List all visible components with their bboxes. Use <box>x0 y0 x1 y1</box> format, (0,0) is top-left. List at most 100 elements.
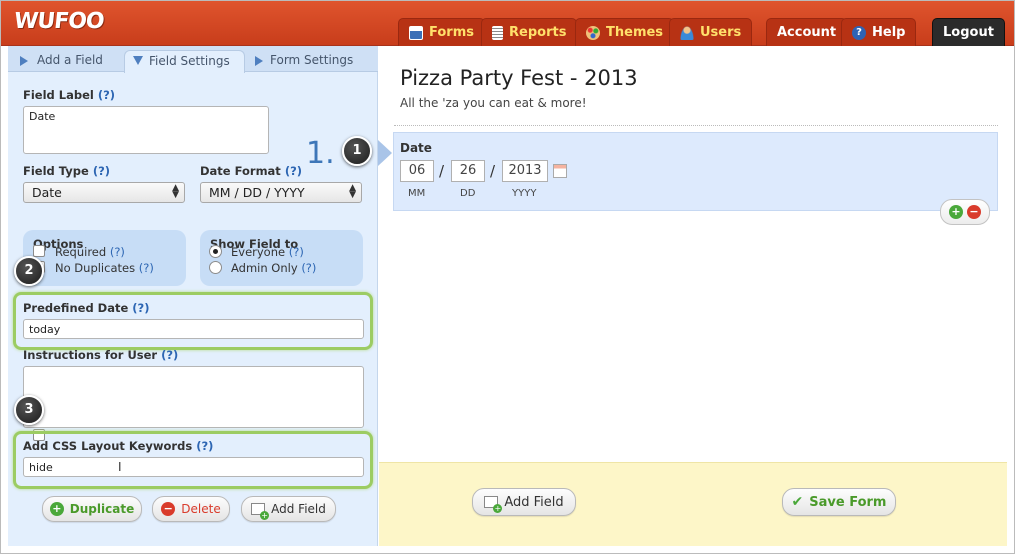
step-number: 1. <box>306 136 335 171</box>
delete-button[interactable]: − Delete <box>152 496 230 522</box>
callout-badge-2: 2 <box>14 256 44 286</box>
duplicate-button[interactable]: + Duplicate <box>42 496 142 522</box>
help-link[interactable]: (?) <box>289 245 304 259</box>
everyone-label: Everyone <box>231 245 286 259</box>
field-type-text: Field Type <box>23 164 89 178</box>
tab-field-settings-label: Field Settings <box>149 54 230 68</box>
help-link[interactable]: (?) <box>93 164 110 178</box>
checkmark-icon: ✔ <box>791 494 804 510</box>
nav-help[interactable]: ? Help <box>841 18 917 46</box>
nav-reports-label: Reports <box>509 25 567 40</box>
month-sublabel: MM <box>408 188 426 199</box>
day-sublabel: DD <box>460 188 476 199</box>
triangle-right-icon <box>20 56 28 66</box>
callout-badge-1: 1 <box>342 136 372 166</box>
css-keywords-input[interactable] <box>23 457 364 477</box>
field-label-text: Field Label <box>23 88 94 102</box>
select-arrows-icon: ▲ ▼ <box>172 183 179 200</box>
date-format-text: Date Format <box>200 164 281 178</box>
field-type-value: Date <box>32 185 62 200</box>
field-settings-panel: Add a Field Field Settings Form Settings… <box>8 46 378 546</box>
help-link[interactable]: (?) <box>285 164 302 178</box>
field-label-heading: Field Label (?) <box>23 88 115 102</box>
nav-logout[interactable]: Logout <box>932 18 1005 46</box>
nav-reports[interactable]: Reports <box>481 18 578 46</box>
nav-users[interactable]: Users <box>669 18 753 46</box>
nav-account[interactable]: Account <box>766 18 848 46</box>
nav-logout-label: Logout <box>943 25 994 40</box>
add-field-below-icon[interactable]: + <box>949 205 963 219</box>
nav-forms[interactable]: Forms <box>398 18 485 46</box>
date-format-value: MM / DD / YYYY <box>209 185 305 200</box>
help-link[interactable]: (?) <box>301 261 316 275</box>
reports-icon <box>492 25 503 40</box>
add-field-button[interactable]: Add Field <box>241 496 336 522</box>
text-cursor-icon: I <box>118 460 122 474</box>
help-icon: ? <box>852 25 866 40</box>
tab-field-settings[interactable]: Field Settings <box>124 50 245 73</box>
no-duplicates-option: No Duplicates (?) <box>55 261 154 275</box>
help-link[interactable]: (?) <box>139 261 154 275</box>
plus-circle-icon: + <box>49 502 64 516</box>
year-input[interactable]: 2013 <box>502 160 548 182</box>
nav-forms-label: Forms <box>429 25 474 40</box>
nav-themes[interactable]: Themes <box>575 18 675 46</box>
form-description[interactable]: All the 'za you can eat & more! <box>400 96 587 110</box>
predefined-date-input[interactable] <box>23 319 364 339</box>
add-field-icon <box>251 503 270 520</box>
calendar-icon[interactable] <box>553 164 567 178</box>
css-keywords-heading: Add CSS Layout Keywords (?) <box>23 439 213 453</box>
day-input[interactable]: 26 <box>451 160 485 182</box>
top-bar: WUFOO Forms Reports Themes Users Account… <box>0 0 1015 46</box>
help-link[interactable]: (?) <box>110 245 125 259</box>
footer-add-field-button[interactable]: Add Field <box>472 488 576 516</box>
date-separator: / <box>490 162 496 180</box>
instructions-text: Instructions for User <box>23 348 158 362</box>
field-add-remove-controls: + − <box>940 199 990 225</box>
delete-label: Delete <box>181 502 221 516</box>
date-format-heading: Date Format (?) <box>200 164 302 178</box>
save-form-button[interactable]: ✔ Save Form <box>782 488 896 516</box>
divider <box>394 125 998 126</box>
admin-only-radio[interactable] <box>209 261 222 274</box>
form-title[interactable]: Pizza Party Fest - 2013 <box>400 66 638 90</box>
required-label: Required <box>55 245 107 259</box>
forms-icon <box>409 25 423 40</box>
predefined-date-heading: Predefined Date (?) <box>23 301 149 315</box>
triangle-right-icon <box>255 56 263 66</box>
field-type-heading: Field Type (?) <box>23 164 110 178</box>
help-link[interactable]: (?) <box>98 88 115 102</box>
callout-badge-3: 3 <box>14 395 44 425</box>
duplicate-label: Duplicate <box>69 502 135 516</box>
wufoo-logo[interactable]: WUFOO <box>13 9 105 34</box>
css-keywords-text: Add CSS Layout Keywords <box>23 439 193 453</box>
add-field-label: Add Field <box>271 502 326 516</box>
nav-users-label: Users <box>700 25 742 40</box>
month-input[interactable]: 06 <box>400 160 434 182</box>
footer-add-field-label: Add Field <box>504 494 564 510</box>
remove-field-icon[interactable]: − <box>967 205 981 219</box>
required-option: Required (?) <box>55 245 125 259</box>
pointer-arrow <box>378 140 392 166</box>
admin-only-option: Admin Only (?) <box>231 261 316 275</box>
instructions-heading: Instructions for User (?) <box>23 348 178 362</box>
instructions-textarea[interactable] <box>23 366 364 428</box>
date-field-label: Date <box>400 141 432 155</box>
minus-circle-icon: − <box>161 502 176 516</box>
tab-form-settings[interactable]: Form Settings <box>253 50 353 73</box>
field-type-select[interactable]: Date ▲ ▼ <box>23 182 185 203</box>
panel-tabs: Add a Field Field Settings Form Settings <box>8 46 378 73</box>
help-link[interactable]: (?) <box>161 348 178 362</box>
tab-add-field[interactable]: Add a Field <box>18 50 103 73</box>
predefined-date-text: Predefined Date <box>23 301 129 315</box>
required-checkbox[interactable] <box>33 245 45 257</box>
field-label-textarea[interactable]: Date <box>23 106 269 154</box>
date-format-select[interactable]: MM / DD / YYYY ▲ ▼ <box>200 182 362 203</box>
everyone-radio[interactable] <box>209 245 222 258</box>
triangle-down-icon <box>133 56 143 65</box>
help-link[interactable]: (?) <box>196 439 213 453</box>
help-link[interactable]: (?) <box>132 301 149 315</box>
nav-themes-label: Themes <box>606 25 664 40</box>
select-arrows-icon: ▲ ▼ <box>349 183 356 200</box>
no-duplicates-label: No Duplicates <box>55 261 136 275</box>
